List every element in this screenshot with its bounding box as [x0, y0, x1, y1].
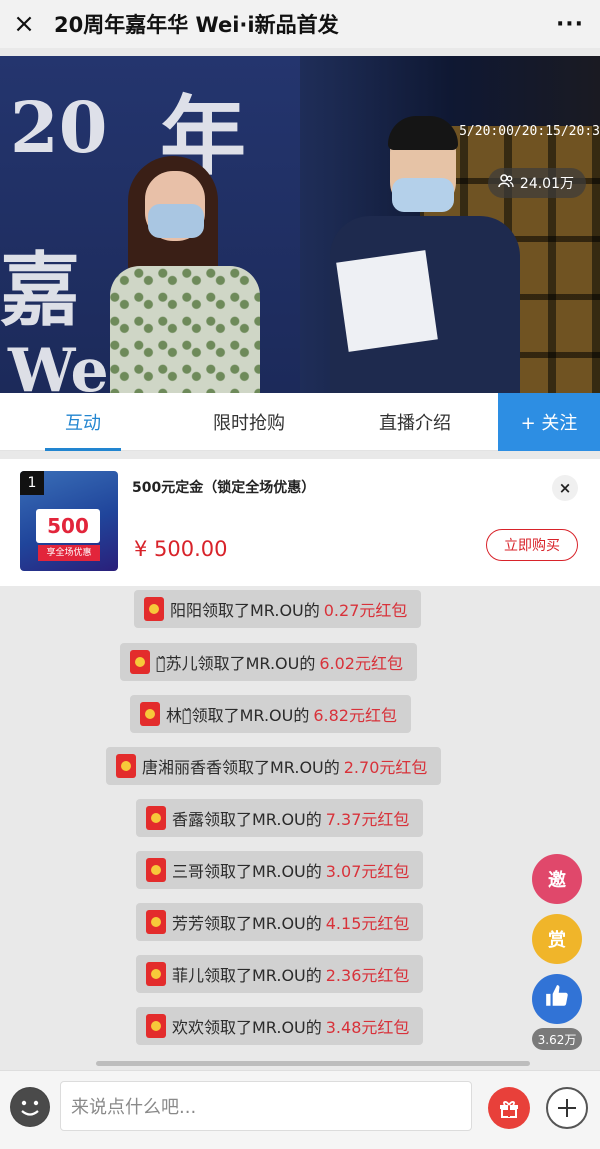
- follow-button[interactable]: + 关注: [498, 393, 600, 451]
- list-item: 唐湘丽香香领取了MR.OU的 2.70元红包: [106, 747, 442, 785]
- list-item: 林头᷈领取了MR.OU的 6.82元红包: [130, 695, 411, 733]
- buy-now-button[interactable]: 立即购买: [486, 529, 578, 561]
- red-packet-icon: [130, 650, 150, 674]
- red-packet-icon: [146, 910, 166, 934]
- product-title: 500元定金（锁定全场优惠）: [132, 480, 316, 496]
- voucher-value: 500: [36, 509, 100, 543]
- red-packet-icon: [140, 702, 160, 726]
- list-item: 香露领取了MR.OU的 7.37元红包: [136, 799, 424, 837]
- red-packet-icon: [146, 1014, 166, 1038]
- product-image[interactable]: 1 500 享全场优惠: [20, 471, 118, 571]
- product-card[interactable]: 1 500 享全场优惠 500元定金（锁定全场优惠） ¥ 500.00 × 立即…: [0, 459, 600, 586]
- poster-decoration: 嘉: [0, 243, 80, 337]
- chat-input[interactable]: 来说点什么吧...: [60, 1081, 472, 1131]
- like-button[interactable]: [532, 974, 582, 1024]
- gift-icon[interactable]: [488, 1087, 530, 1129]
- close-product-icon[interactable]: ×: [552, 475, 578, 501]
- list-item: 阳阳领取了MR.OU的 0.27元红包: [134, 590, 422, 628]
- close-icon[interactable]: ×: [0, 0, 48, 48]
- plus-icon[interactable]: [546, 1087, 588, 1129]
- voucher-note: 享全场优惠: [38, 545, 100, 561]
- viewer-count: 24.01万: [519, 176, 574, 192]
- tab-bar: 互动 限时抢购 直播介绍 + 关注: [0, 393, 600, 451]
- host-man: [320, 116, 530, 393]
- tab-flash-sale[interactable]: 限时抢购: [166, 393, 332, 451]
- bottom-bar: 来说点什么吧...: [0, 1070, 600, 1149]
- list-item: 三哥领取了MR.OU的 3.07元红包: [136, 851, 424, 889]
- red-packet-icon: [146, 806, 166, 830]
- chat-message-list[interactable]: 阳阳领取了MR.OU的 0.27元红包 婉᷈苏儿领取了MR.OU的 6.02元红…: [0, 586, 600, 1070]
- list-item: 欢欢领取了MR.OU的 3.48元红包: [136, 1007, 424, 1045]
- tab-interaction[interactable]: 互动: [0, 393, 166, 451]
- product-price: ¥ 500.00: [134, 537, 228, 561]
- red-packet-icon: [144, 597, 164, 621]
- people-icon: [498, 174, 514, 192]
- red-packet-icon: [146, 962, 166, 986]
- viewer-count-badge: 24.01万: [487, 168, 586, 198]
- tab-live-intro[interactable]: 直播介绍: [332, 393, 498, 451]
- list-item: 芳芳领取了MR.OU的 4.15元红包: [136, 903, 424, 941]
- host-woman: [90, 116, 280, 393]
- list-item: 菲儿领取了MR.OU的 2.36元红包: [136, 955, 424, 993]
- list-item: 婉᷈苏儿领取了MR.OU的 6.02元红包: [120, 643, 417, 681]
- like-count: 3.62万: [532, 1028, 582, 1050]
- red-packet-icon: [146, 858, 166, 882]
- product-rank-badge: 1: [20, 471, 44, 495]
- reward-button[interactable]: 赏: [532, 914, 582, 964]
- more-options-icon[interactable]: ···: [540, 12, 600, 37]
- thumbs-up-icon: [544, 983, 570, 1015]
- page-title: 20周年嘉年华 Wei·i新品首发: [54, 13, 339, 37]
- invite-button[interactable]: 邀: [532, 854, 582, 904]
- live-video[interactable]: 20 年 嘉 Wei 5/20:00/20:15/20:3 24.01万: [0, 56, 600, 393]
- emoji-icon[interactable]: [10, 1087, 50, 1127]
- red-packet-icon: [116, 754, 136, 778]
- horizontal-scrollbar[interactable]: [96, 1061, 530, 1066]
- top-bar: × 20周年嘉年华 Wei·i新品首发 ···: [0, 0, 600, 48]
